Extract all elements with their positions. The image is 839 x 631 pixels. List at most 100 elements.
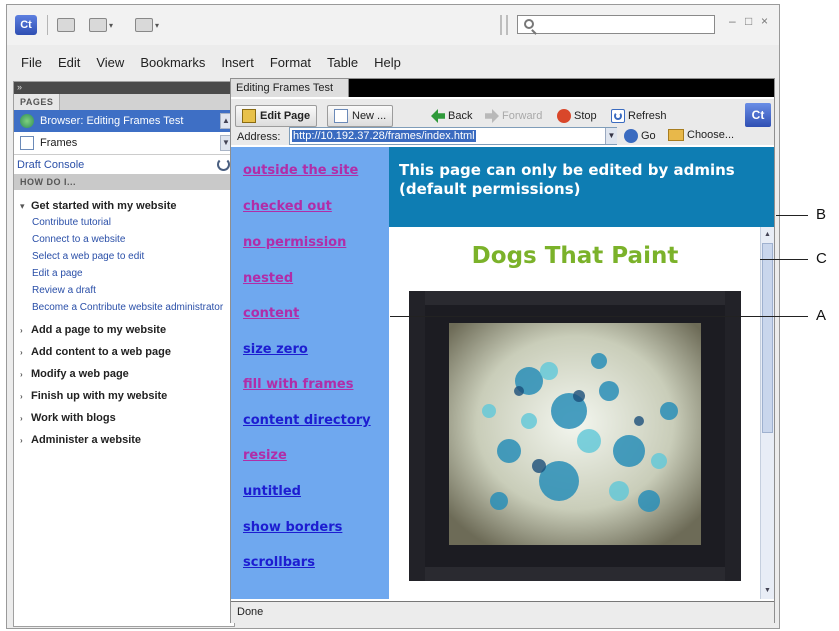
- nav-link[interactable]: nested: [243, 271, 293, 286]
- menu-file[interactable]: File: [21, 55, 42, 70]
- stop-icon: [557, 109, 571, 123]
- nav-link[interactable]: checked out: [243, 199, 332, 214]
- howdo-link-select-page[interactable]: Select a web page to edit: [20, 251, 234, 263]
- menu-view[interactable]: View: [96, 55, 124, 70]
- nav-link[interactable]: scrollbars: [243, 555, 315, 570]
- triangle-down-icon: ▾: [20, 200, 25, 211]
- chevron-down-icon: ▾: [155, 20, 160, 30]
- toolbar-view-button[interactable]: [57, 16, 75, 34]
- toolbar-tools-button[interactable]: ▾: [135, 16, 159, 34]
- refresh-button[interactable]: Refresh: [611, 109, 667, 123]
- menu-bookmarks[interactable]: Bookmarks: [140, 55, 205, 70]
- triangle-right-icon: ›: [20, 325, 23, 335]
- menu-table[interactable]: Table: [327, 55, 358, 70]
- menu-edit[interactable]: Edit: [58, 55, 80, 70]
- nav-link[interactable]: fill with frames: [243, 377, 353, 392]
- tab-editing-frames-test[interactable]: Editing Frames Test: [231, 79, 349, 97]
- layout-icon: [89, 18, 107, 32]
- howdo-section-finish[interactable]: › Finish up with my website: [20, 390, 234, 402]
- nav-link[interactable]: outside the site: [243, 163, 358, 178]
- callout-line-a: [390, 316, 808, 317]
- callout-label-a: A: [816, 307, 827, 324]
- new-page-label: New ...: [352, 110, 387, 122]
- choose-label: Choose...: [687, 129, 735, 141]
- nav-link[interactable]: resize: [243, 448, 287, 463]
- maximize-button[interactable]: □: [745, 14, 752, 28]
- draft-console-link[interactable]: Draft Console: [14, 154, 234, 174]
- left-panel: » PAGES Browser: Editing Frames Test ▲ F…: [13, 81, 235, 627]
- howdo-panel-header[interactable]: HOW DO I...: [14, 174, 234, 190]
- header-frame: This page can only be edited by admins (…: [389, 147, 774, 227]
- page-item-label: Browser: Editing Frames Test: [40, 115, 184, 127]
- content-scrollbar[interactable]: ▲ ▼: [760, 227, 774, 599]
- page-item-frames[interactable]: Frames ▼: [14, 132, 234, 154]
- howdo-section-add-page[interactable]: › Add a page to my website: [20, 324, 234, 336]
- scroll-down-arrow-icon[interactable]: ▼: [762, 585, 773, 597]
- forward-label: Forward: [502, 110, 543, 122]
- contribute-logo-icon: Ct: [745, 103, 771, 127]
- toolbar-layout-button[interactable]: ▾: [89, 16, 113, 34]
- howdo-section-administer[interactable]: › Administer a website: [20, 434, 234, 446]
- howdo-section-blogs[interactable]: › Work with blogs: [20, 412, 234, 424]
- page-item-browser[interactable]: Browser: Editing Frames Test ▲: [14, 110, 234, 132]
- choose-button[interactable]: Choose...: [668, 129, 734, 141]
- address-dropdown-button[interactable]: ▼: [605, 128, 617, 144]
- howdo-section-title: Modify a web page: [31, 368, 129, 380]
- new-page-icon: [334, 109, 348, 123]
- refresh-label: Refresh: [628, 110, 667, 122]
- toolbar-separator: [47, 15, 48, 35]
- howdo-section-add-content[interactable]: › Add content to a web page: [20, 346, 234, 358]
- howdo-section-title: Add content to a web page: [31, 346, 171, 358]
- nav-link[interactable]: content directory: [243, 413, 371, 428]
- minimize-button[interactable]: –: [729, 14, 736, 28]
- go-button[interactable]: Go: [624, 129, 656, 143]
- howdo-link-review-draft[interactable]: Review a draft: [20, 285, 234, 297]
- view-icon: [57, 18, 75, 32]
- search-input[interactable]: [517, 15, 715, 34]
- howdo-section-modify[interactable]: › Modify a web page: [20, 368, 234, 380]
- nav-link[interactable]: content: [243, 306, 299, 321]
- globe-icon: [20, 114, 34, 128]
- toolbar-grip[interactable]: [500, 15, 508, 35]
- nav-link[interactable]: no permission: [243, 235, 346, 250]
- howdo-link-connect[interactable]: Connect to a website: [20, 234, 234, 246]
- content-frame: Dogs That Paint ▲ ▼: [389, 227, 774, 599]
- triangle-right-icon: ›: [20, 391, 23, 401]
- address-input[interactable]: http://10.192.37.28/frames/index.html: [289, 127, 617, 145]
- browser-toolbar: Edit Page New ... Back Forward Stop Refr…: [231, 99, 774, 145]
- pages-panel-header[interactable]: PAGES: [14, 94, 234, 110]
- back-button[interactable]: Back: [431, 109, 472, 123]
- contribute-logo-icon: Ct: [15, 15, 37, 35]
- howdo-section-get-started[interactable]: ▾ Get started with my website: [20, 200, 234, 212]
- forward-button[interactable]: Forward: [485, 109, 542, 123]
- back-label: Back: [448, 110, 473, 122]
- menu-bar: File Edit View Bookmarks Insert Format T…: [7, 49, 779, 75]
- pencil-icon: [242, 109, 256, 123]
- stop-button[interactable]: Stop: [557, 109, 597, 123]
- menu-help[interactable]: Help: [374, 55, 401, 70]
- stop-label: Stop: [574, 110, 597, 122]
- main-document-area: Editing Frames Test Edit Page New ... Ba…: [230, 78, 775, 623]
- howdo-link-tutorial[interactable]: Contribute tutorial: [20, 217, 234, 229]
- draft-console-label: Draft Console: [17, 158, 85, 171]
- howdo-link-edit-page[interactable]: Edit a page: [20, 268, 234, 280]
- new-page-button[interactable]: New ...: [327, 105, 394, 127]
- edit-page-button[interactable]: Edit Page: [235, 105, 318, 127]
- scroll-thumb[interactable]: [762, 243, 773, 433]
- howdo-link-become-admin[interactable]: Become a Contribute website administrato…: [20, 302, 234, 314]
- close-button[interactable]: ×: [761, 14, 768, 28]
- nav-link[interactable]: untitled: [243, 484, 301, 499]
- menu-format[interactable]: Format: [270, 55, 311, 70]
- address-value: http://10.192.37.28/frames/index.html: [292, 130, 476, 142]
- scroll-up-arrow-icon[interactable]: ▲: [762, 229, 773, 241]
- header-frame-line2: (default permissions): [399, 180, 581, 198]
- header-frame-line1: This page can only be edited by admins: [399, 161, 735, 179]
- content-title: Dogs That Paint: [471, 243, 679, 269]
- status-bar: Done: [231, 601, 774, 623]
- nav-link[interactable]: show borders: [243, 520, 342, 535]
- refresh-icon[interactable]: [217, 158, 230, 171]
- nav-link[interactable]: size zero: [243, 342, 308, 357]
- menu-insert[interactable]: Insert: [221, 55, 254, 70]
- panel-collapse-handle[interactable]: »: [14, 82, 234, 94]
- callout-line-b: [776, 215, 808, 216]
